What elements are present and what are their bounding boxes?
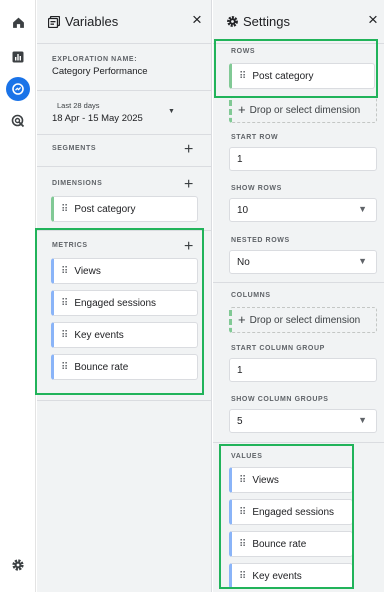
metric-label: Engaged sessions bbox=[74, 297, 157, 309]
left-nav-rail bbox=[0, 0, 36, 592]
metric-label: Views bbox=[74, 265, 101, 277]
metric-label: Bounce rate bbox=[74, 361, 129, 373]
segments-label: SEGMENTS bbox=[52, 145, 97, 152]
value-label: Engaged sessions bbox=[252, 506, 335, 518]
metric-chip-engaged-sessions[interactable]: ⠿ Engaged sessions bbox=[51, 290, 198, 316]
start-row-input[interactable]: 1 bbox=[229, 147, 377, 171]
divider bbox=[37, 90, 212, 91]
drag-handle-icon[interactable]: ⠿ bbox=[239, 571, 246, 582]
variables-icon bbox=[47, 15, 61, 33]
dimensions-label: DIMENSIONS bbox=[52, 180, 103, 187]
value-chip-views[interactable]: ⠿ Views bbox=[229, 467, 353, 493]
exploration-name-label: EXPLORATION NAME: bbox=[52, 56, 138, 63]
add-icon: + bbox=[238, 312, 246, 327]
divider bbox=[213, 282, 384, 283]
divider bbox=[37, 166, 212, 167]
start-column-group-value: 1 bbox=[237, 364, 243, 376]
start-row-label: START ROW bbox=[231, 134, 279, 141]
value-chip-engaged-sessions[interactable]: ⠿ Engaged sessions bbox=[229, 499, 353, 525]
columns-label: COLUMNS bbox=[231, 292, 271, 299]
drag-handle-icon[interactable]: ⠿ bbox=[61, 362, 68, 373]
settings-gear-icon bbox=[226, 15, 239, 33]
row-chip-post-category[interactable]: ⠿ Post category bbox=[229, 63, 375, 89]
metric-chip-key-events[interactable]: ⠿ Key events bbox=[51, 322, 198, 348]
drag-handle-icon[interactable]: ⠿ bbox=[61, 266, 68, 277]
variables-header: Variables × bbox=[37, 0, 211, 44]
drag-handle-icon[interactable]: ⠿ bbox=[61, 204, 68, 215]
show-column-groups-select[interactable]: 5 ▼ bbox=[229, 409, 377, 433]
show-rows-value: 10 bbox=[237, 204, 249, 216]
dropzone-label: Drop or select dimension bbox=[249, 104, 361, 116]
add-dimension-icon[interactable]: + bbox=[184, 177, 193, 193]
show-rows-select[interactable]: 10 ▼ bbox=[229, 198, 377, 222]
date-range-label: Last 28 days bbox=[57, 101, 100, 110]
chevron-down-icon: ▼ bbox=[358, 256, 367, 266]
settings-header: Settings × bbox=[213, 0, 384, 44]
drag-handle-icon[interactable]: ⠿ bbox=[61, 330, 68, 341]
start-column-group-input[interactable]: 1 bbox=[229, 358, 377, 382]
dimension-chip-post-category[interactable]: ⠿ Post category bbox=[51, 196, 198, 222]
add-segment-icon[interactable]: + bbox=[184, 142, 193, 158]
close-settings-icon[interactable]: × bbox=[368, 10, 378, 30]
add-icon: + bbox=[238, 102, 246, 117]
values-label: VALUES bbox=[231, 453, 263, 460]
value-label: Key events bbox=[252, 570, 302, 582]
value-label: Views bbox=[252, 474, 279, 486]
drag-handle-icon[interactable]: ⠿ bbox=[239, 507, 246, 518]
divider bbox=[37, 134, 212, 135]
nested-rows-select[interactable]: No ▼ bbox=[229, 250, 377, 274]
advertising-icon[interactable] bbox=[9, 112, 27, 130]
row-label: Post category bbox=[252, 70, 314, 82]
reports-icon[interactable] bbox=[9, 48, 27, 66]
drag-handle-icon[interactable]: ⠿ bbox=[239, 71, 246, 82]
divider bbox=[213, 442, 384, 443]
start-column-group-label: START COLUMN GROUP bbox=[231, 345, 325, 352]
drag-handle-icon[interactable]: ⠿ bbox=[239, 475, 246, 486]
rows-dropzone[interactable]: + Drop or select dimension bbox=[229, 97, 377, 123]
admin-gear-icon[interactable] bbox=[9, 556, 27, 574]
drag-handle-icon[interactable]: ⠿ bbox=[61, 298, 68, 309]
show-column-groups-label: SHOW COLUMN GROUPS bbox=[231, 396, 329, 403]
date-range-value: 18 Apr - 15 May 2025 bbox=[52, 113, 143, 124]
chevron-down-icon: ▼ bbox=[358, 204, 367, 214]
explore-icon[interactable] bbox=[6, 77, 30, 101]
home-icon[interactable] bbox=[9, 13, 27, 31]
exploration-name[interactable]: Category Performance bbox=[52, 66, 148, 77]
value-label: Bounce rate bbox=[252, 538, 307, 550]
columns-dropzone[interactable]: + Drop or select dimension bbox=[229, 307, 377, 333]
nested-rows-label: NESTED ROWS bbox=[231, 237, 290, 244]
rows-label: ROWS bbox=[231, 48, 256, 55]
dimension-label: Post category bbox=[74, 203, 136, 215]
dropzone-label: Drop or select dimension bbox=[249, 314, 361, 326]
metric-label: Key events bbox=[74, 329, 124, 341]
metric-chip-bounce-rate[interactable]: ⠿ Bounce rate bbox=[51, 354, 198, 380]
metric-chip-views[interactable]: ⠿ Views bbox=[51, 258, 198, 284]
chevron-down-icon: ▼ bbox=[168, 108, 175, 115]
drag-handle-icon[interactable]: ⠿ bbox=[239, 539, 246, 550]
metrics-label: METRICS bbox=[52, 242, 88, 249]
close-variables-icon[interactable]: × bbox=[192, 10, 202, 30]
add-metric-icon[interactable]: + bbox=[184, 239, 193, 255]
chevron-down-icon: ▼ bbox=[358, 415, 367, 425]
value-chip-key-events[interactable]: ⠿ Key events bbox=[229, 563, 353, 589]
variables-panel: Variables × EXPLORATION NAME: Category P… bbox=[37, 0, 212, 592]
show-column-groups-value: 5 bbox=[237, 415, 243, 427]
settings-title: Settings bbox=[243, 14, 290, 29]
value-chip-bounce-rate[interactable]: ⠿ Bounce rate bbox=[229, 531, 353, 557]
show-rows-label: SHOW ROWS bbox=[231, 185, 282, 192]
divider bbox=[37, 400, 212, 401]
variables-title: Variables bbox=[65, 14, 119, 29]
divider bbox=[37, 230, 212, 231]
settings-panel: Settings × ROWS ⠿ Post category + Drop o… bbox=[213, 0, 384, 592]
nested-rows-value: No bbox=[237, 256, 250, 268]
start-row-value: 1 bbox=[237, 153, 243, 165]
